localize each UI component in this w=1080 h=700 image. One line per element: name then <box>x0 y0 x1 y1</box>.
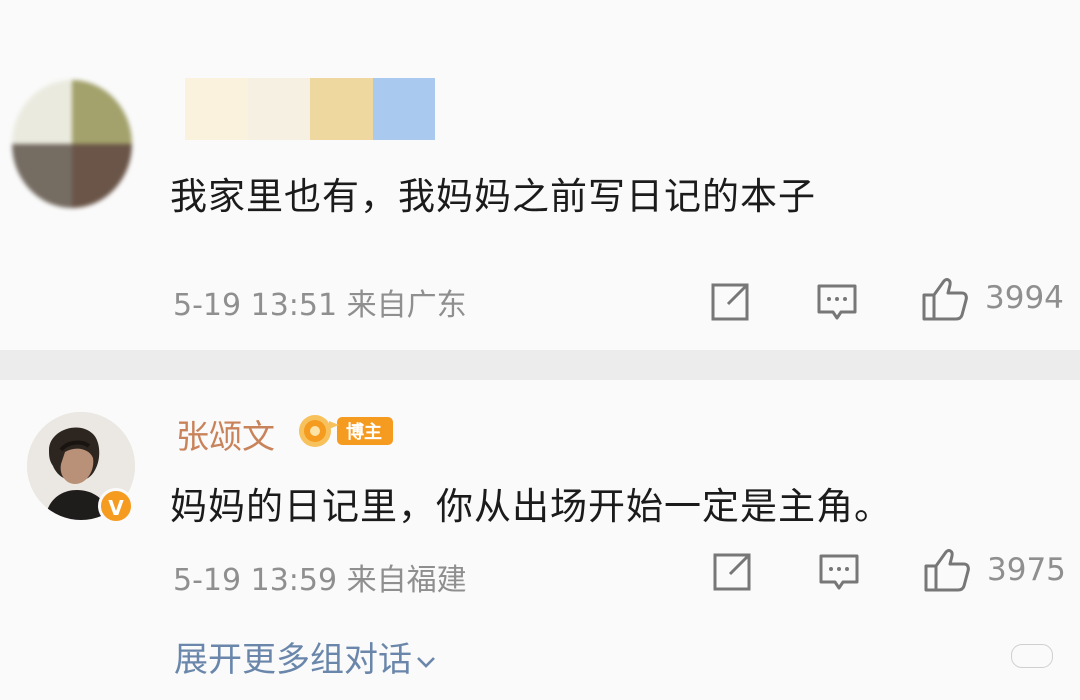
comment-text: 妈妈的日记里，你从出场开始一定是主角。 <box>170 485 892 528</box>
watermark-logo <box>1011 644 1053 668</box>
chevron-down-icon <box>417 656 435 668</box>
like-count: 3994 <box>985 280 1064 316</box>
commenter-avatar[interactable] <box>12 80 132 208</box>
comment-meta: 5-19 13:51 来自广东 <box>173 288 467 323</box>
like-count: 3975 <box>987 552 1066 588</box>
share-icon[interactable] <box>710 550 754 594</box>
comment-text: 我家里也有，我妈妈之前写日记的本子 <box>170 175 816 218</box>
expand-conversation-link[interactable]: 展开更多组对话 <box>174 632 438 681</box>
thumbs-up-icon[interactable] <box>922 546 972 594</box>
comment-meta: 5-19 13:59 来自福建 <box>173 563 467 598</box>
comment-separator <box>0 350 1080 380</box>
comment-icon[interactable] <box>815 282 859 322</box>
expand-conversation-label: 展开更多组对话 <box>174 640 412 680</box>
comment-item-2 <box>0 380 1080 700</box>
thumbs-up-icon[interactable] <box>920 275 970 323</box>
comment-item-1: 我家里也有，我妈妈之前写日记的本子 5-19 13:51 来自广东 3994 <box>0 0 1080 350</box>
blogger-badge-label: 博主 <box>346 422 382 443</box>
verified-badge: V <box>98 488 134 524</box>
username[interactable]: 张颂文 <box>176 410 275 458</box>
commenter-name-blurred[interactable] <box>185 78 435 140</box>
comment-icon[interactable] <box>817 552 861 592</box>
share-icon[interactable] <box>708 280 752 324</box>
